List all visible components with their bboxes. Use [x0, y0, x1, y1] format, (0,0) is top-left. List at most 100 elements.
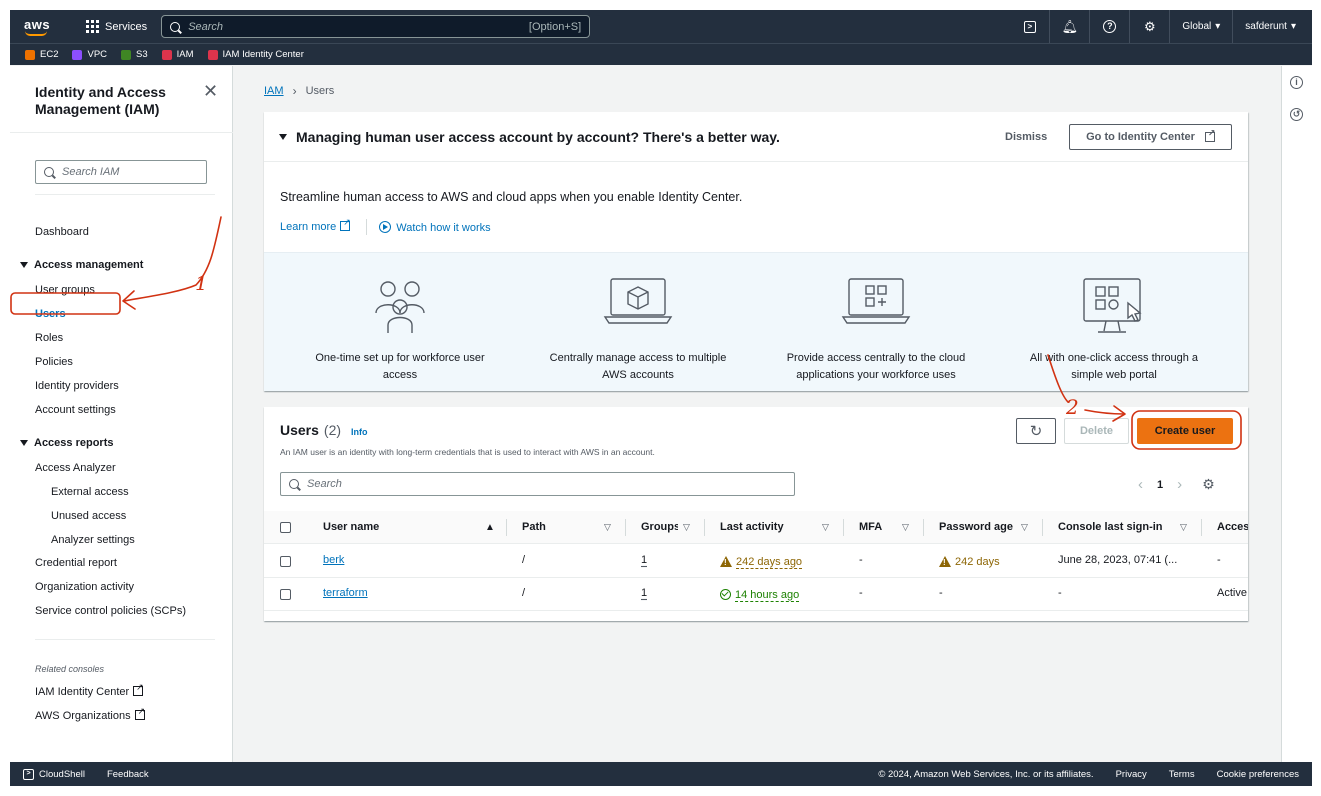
- sort-icon[interactable]: ▽: [822, 522, 829, 533]
- chevron-left-icon[interactable]: ‹: [1138, 477, 1143, 492]
- feedback-link[interactable]: Feedback: [107, 769, 149, 780]
- nav-link-identity-center[interactable]: IAM Identity Center: [35, 682, 144, 698]
- sort-icon[interactable]: ▽: [1021, 522, 1028, 533]
- external-link-icon: [134, 706, 145, 720]
- column-access[interactable]: Access: [1217, 521, 1248, 533]
- favorite-vpc[interactable]: VPC: [72, 49, 107, 60]
- chevron-right-icon[interactable]: ›: [1177, 477, 1182, 492]
- feature-caption: All with one-click access through a simp…: [1029, 352, 1199, 381]
- column-divider[interactable]: [923, 519, 924, 536]
- cell-groups[interactable]: 1: [641, 554, 647, 566]
- watch-video-link[interactable]: Watch how it works: [379, 220, 491, 234]
- nav-search-input[interactable]: Search IAM: [35, 160, 207, 184]
- nav-section-access-reports[interactable]: Access reports: [20, 437, 114, 449]
- sort-asc-icon[interactable]: ▲: [485, 522, 495, 533]
- column-divider[interactable]: [625, 519, 626, 536]
- privacy-link[interactable]: Privacy: [1116, 769, 1147, 780]
- history-icon[interactable]: ↺: [1290, 108, 1303, 121]
- help-icon: ?: [1103, 20, 1117, 33]
- column-divider[interactable]: [1201, 519, 1202, 536]
- table-preferences-icon[interactable]: ⚙: [1202, 476, 1215, 493]
- nav-item-roles[interactable]: Roles: [35, 332, 63, 344]
- users-search-input[interactable]: Search: [280, 472, 795, 496]
- favorite-s3[interactable]: S3: [121, 49, 148, 60]
- favorite-iam[interactable]: IAM: [161, 49, 194, 60]
- nav-item-policies[interactable]: Policies: [35, 356, 73, 368]
- nav-item-credential-report[interactable]: Credential report: [35, 557, 117, 569]
- column-path[interactable]: Path: [522, 521, 546, 533]
- region-menu[interactable]: Global ▾: [1170, 10, 1234, 43]
- notifications-button[interactable]: 🔔︎: [1050, 10, 1091, 43]
- column-divider[interactable]: [704, 519, 705, 536]
- promo-links: Learn more Watch how it works: [280, 217, 491, 235]
- breadcrumb-iam[interactable]: IAM: [264, 85, 284, 97]
- nav-item-external-access[interactable]: External access: [51, 486, 129, 498]
- column-mfa[interactable]: MFA: [859, 521, 882, 533]
- user-name-link[interactable]: terraform: [323, 587, 368, 599]
- nav-item-user-groups[interactable]: User groups: [35, 284, 95, 296]
- column-divider[interactable]: [843, 519, 844, 536]
- nav-item-scps[interactable]: Service control policies (SCPs): [35, 605, 186, 617]
- sort-icon[interactable]: ▽: [1180, 522, 1187, 533]
- right-utility-rail: i ↺: [1281, 66, 1312, 762]
- promo-title[interactable]: Managing human user access account by ac…: [279, 129, 780, 145]
- nav-item-dashboard[interactable]: Dashboard: [35, 226, 89, 238]
- nav-item-organization-activity[interactable]: Organization activity: [35, 581, 134, 593]
- cloudshell-button[interactable]: >: [1010, 10, 1051, 43]
- refresh-button[interactable]: ↻: [1016, 418, 1056, 444]
- cell-last-activity[interactable]: 242 days ago: [720, 554, 802, 568]
- nav-section-access-management[interactable]: Access management: [20, 259, 143, 271]
- column-user-name[interactable]: User name: [323, 521, 379, 533]
- cookie-preferences-link[interactable]: Cookie preferences: [1217, 769, 1299, 780]
- global-search-input[interactable]: Search [Option+S]: [161, 15, 591, 38]
- global-search-placeholder: Search: [188, 20, 224, 33]
- column-console-last-sign-in[interactable]: Console last sign-in: [1058, 521, 1163, 533]
- cell-groups[interactable]: 1: [641, 587, 647, 599]
- column-groups[interactable]: Groups: [641, 521, 678, 533]
- close-icon[interactable]: ✕: [203, 82, 218, 100]
- nav-item-analyzer-settings[interactable]: Analyzer settings: [51, 534, 135, 546]
- favorite-identity-center[interactable]: IAM Identity Center: [207, 49, 304, 60]
- vpc-icon: [72, 49, 83, 60]
- services-menu[interactable]: Services: [86, 20, 147, 33]
- table-header: User name ▲ Path ▽ Groups ▽ Last activit…: [264, 511, 1248, 544]
- identity-center-icon: [207, 49, 218, 60]
- account-menu[interactable]: safderunt ▾: [1233, 10, 1312, 43]
- terms-link[interactable]: Terms: [1169, 769, 1195, 780]
- sort-icon[interactable]: ▽: [604, 522, 611, 533]
- users-description: An IAM user is an identity with long-ter…: [280, 447, 655, 457]
- row-checkbox[interactable]: [280, 589, 291, 600]
- info-icon[interactable]: i: [1290, 76, 1303, 89]
- dismiss-button[interactable]: Dismiss: [1005, 131, 1047, 143]
- favorite-ec2[interactable]: EC2: [25, 49, 58, 60]
- cell-last-activity[interactable]: 14 hours ago: [720, 587, 799, 601]
- nav-item-identity-providers[interactable]: Identity providers: [35, 380, 119, 392]
- go-to-identity-center-button[interactable]: Go to Identity Center: [1069, 124, 1232, 150]
- column-password-age[interactable]: Password age: [939, 521, 1013, 533]
- info-link[interactable]: Info: [351, 427, 368, 437]
- learn-more-link[interactable]: Learn more: [280, 217, 351, 233]
- row-checkbox[interactable]: [280, 556, 291, 567]
- delete-button[interactable]: Delete: [1064, 418, 1129, 444]
- promo-description: Streamline human access to AWS and cloud…: [280, 190, 743, 204]
- nav-item-access-analyzer[interactable]: Access Analyzer: [35, 462, 116, 474]
- sort-icon[interactable]: ▽: [683, 522, 690, 533]
- settings-button[interactable]: ⚙: [1130, 10, 1171, 43]
- nav-item-unused-access[interactable]: Unused access: [51, 510, 126, 522]
- cloudshell-footer-button[interactable]: > CloudShell: [23, 768, 85, 780]
- current-page[interactable]: 1: [1157, 479, 1163, 491]
- select-all-checkbox[interactable]: [280, 522, 291, 533]
- column-divider[interactable]: [506, 519, 507, 536]
- column-last-activity[interactable]: Last activity: [720, 521, 784, 533]
- nav-item-account-settings[interactable]: Account settings: [35, 404, 116, 416]
- related-consoles-heading: Related consoles: [35, 664, 105, 674]
- sort-icon[interactable]: ▽: [902, 522, 909, 533]
- gear-icon: ⚙: [1144, 18, 1156, 34]
- help-button[interactable]: ?: [1090, 10, 1131, 43]
- create-user-button[interactable]: Create user: [1137, 418, 1233, 444]
- column-divider[interactable]: [1042, 519, 1043, 536]
- nav-link-organizations[interactable]: AWS Organizations: [35, 706, 145, 722]
- user-name-link[interactable]: berk: [323, 554, 344, 566]
- nav-item-users[interactable]: Users: [35, 308, 66, 320]
- aws-logo[interactable]: aws: [24, 16, 52, 38]
